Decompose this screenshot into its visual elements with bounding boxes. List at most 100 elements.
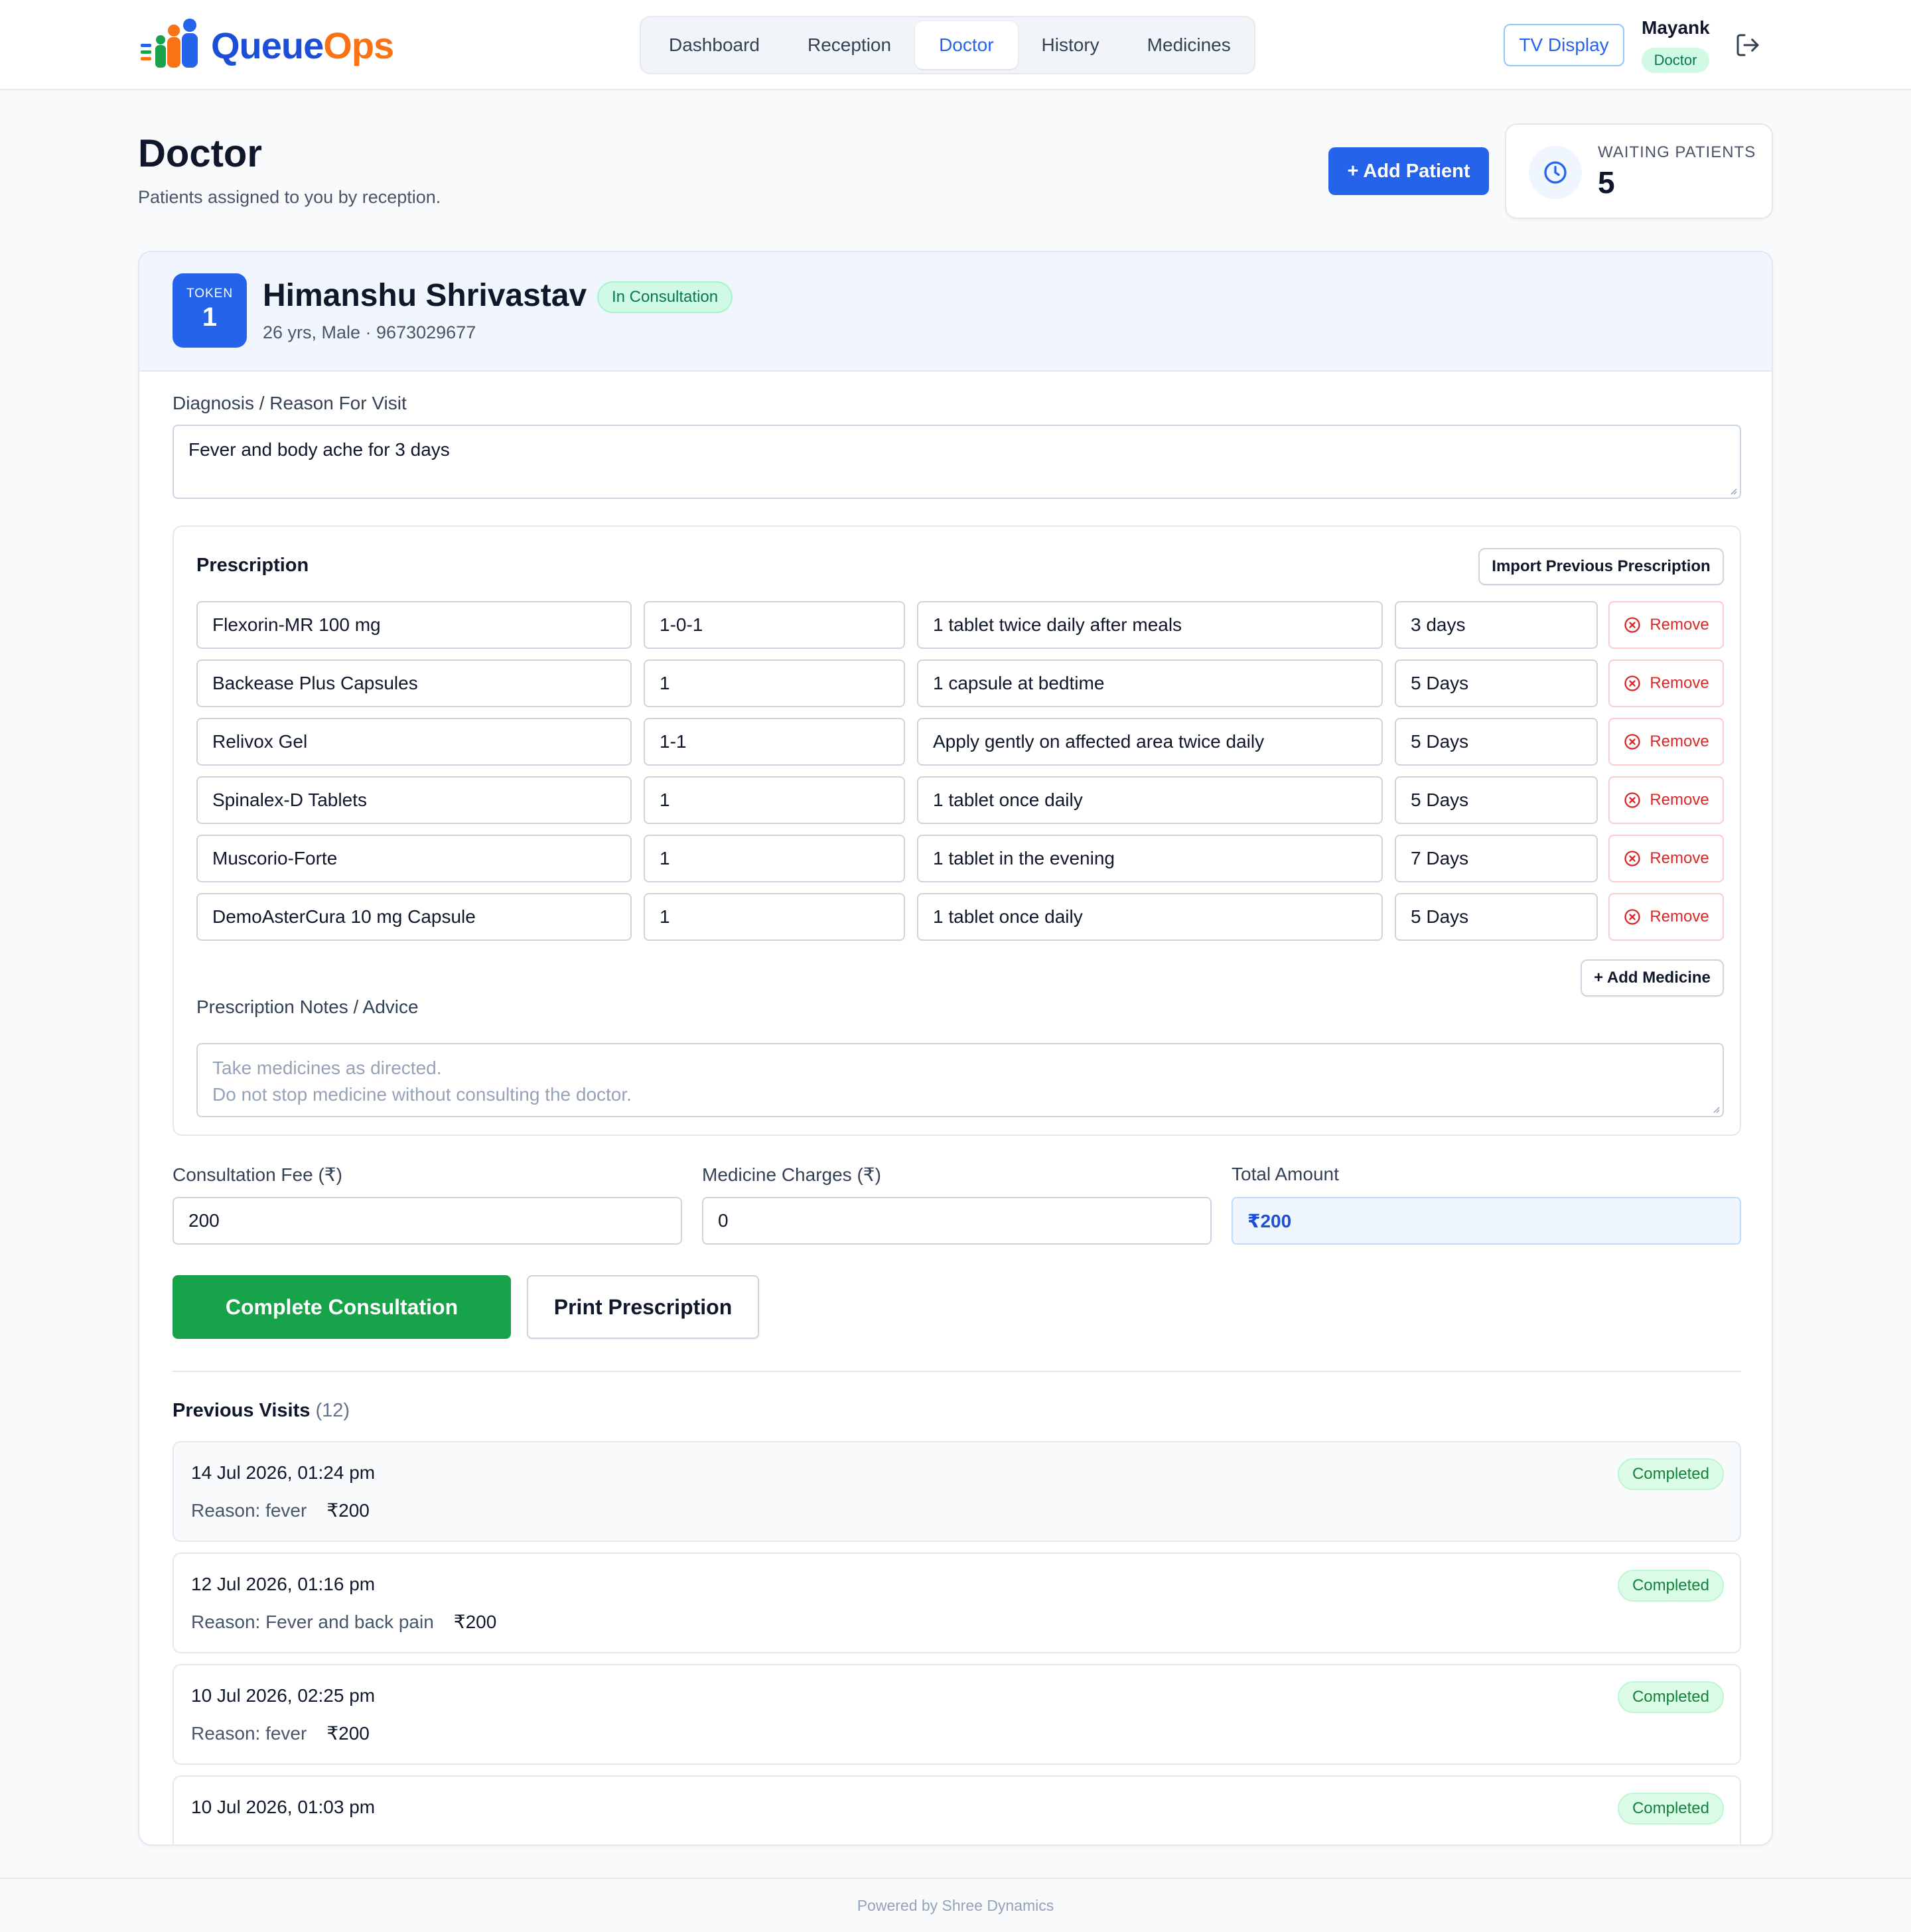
token-number: 1: [202, 303, 218, 332]
medicine-charges-input[interactable]: 0: [702, 1197, 1212, 1245]
visit-date: 10 Jul 2026, 02:25 pm: [191, 1685, 376, 1706]
instructions-input[interactable]: Apply gently on affected area twice dail…: [917, 718, 1383, 766]
instructions-input[interactable]: 1 tablet once daily: [917, 893, 1383, 941]
visit-item[interactable]: 14 Jul 2026, 01:24 pm Reason: fever ₹200 …: [173, 1441, 1741, 1542]
visit-item[interactable]: 10 Jul 2026, 01:03 pm Completed: [173, 1775, 1741, 1844]
top-bar: QueueOps Dashboard Reception Doctor Hist…: [0, 0, 1911, 90]
nav-medicines[interactable]: Medicines: [1123, 21, 1255, 69]
medicine-charges-label: Medicine Charges (₹): [702, 1164, 881, 1185]
remove-label: Remove: [1650, 616, 1709, 634]
prescription-row: Spinalex-D Tablets 1 1 tablet once daily 5 …: [196, 776, 1724, 824]
queue-people-logo-icon: [139, 19, 208, 72]
remove-medicine-button[interactable]: Remove: [1608, 659, 1724, 707]
clock-icon: [1529, 146, 1582, 199]
consultation-fee-input[interactable]: 200: [173, 1197, 682, 1245]
token-badge: TOKEN 1: [173, 273, 247, 348]
notes-field[interactable]: Take medicines as directed. Do not stop …: [196, 1043, 1724, 1117]
visit-reason-text: Reason: fever: [191, 1500, 307, 1521]
remove-medicine-button[interactable]: Remove: [1608, 601, 1724, 649]
resize-handle-icon[interactable]: [1711, 1104, 1720, 1113]
add-medicine-button[interactable]: + Add Medicine: [1581, 959, 1724, 997]
logout-icon[interactable]: [1734, 32, 1761, 58]
total-amount-label: Total Amount: [1232, 1164, 1339, 1184]
remove-medicine-button[interactable]: Remove: [1608, 893, 1724, 941]
dosage-input[interactable]: 1: [644, 893, 905, 941]
medicine-name-input[interactable]: DemoAsterCura 10 mg Capsule: [196, 893, 632, 941]
prescription-row: Relivox Gel 1-1 Apply gently on affected a…: [196, 718, 1724, 766]
dosage-input[interactable]: 1: [644, 835, 905, 882]
consultation-fee-label: Consultation Fee (₹): [173, 1164, 342, 1185]
remove-x-icon: [1624, 851, 1640, 866]
nav-reception[interactable]: Reception: [784, 21, 915, 69]
resize-handle-icon[interactable]: [1728, 486, 1737, 495]
waiting-patients-card: WAITING PATIENTS 5: [1505, 123, 1773, 219]
import-previous-prescription-button[interactable]: Import Previous Prescription: [1478, 548, 1724, 585]
duration-input[interactable]: 5 Days: [1395, 659, 1598, 707]
prescription-row: DemoAsterCura 10 mg Capsule 1 1 tablet onc…: [196, 893, 1724, 941]
medicine-name-input[interactable]: Relivox Gel: [196, 718, 632, 766]
remove-medicine-button[interactable]: Remove: [1608, 776, 1724, 824]
visit-amount: ₹200: [326, 1500, 370, 1521]
dosage-input[interactable]: 1: [644, 659, 905, 707]
patient-meta: 26 yrs, Male · 9673029677: [263, 322, 476, 342]
medicine-name-input[interactable]: Backease Plus Capsules: [196, 659, 632, 707]
user-role-badge: Doctor: [1642, 48, 1709, 73]
visit-item[interactable]: 12 Jul 2026, 01:16 pm Reason: Fever and …: [173, 1552, 1741, 1653]
instructions-input[interactable]: 1 tablet once daily: [917, 776, 1383, 824]
prescription-section: Prescription Import Previous Prescriptio…: [173, 525, 1741, 1136]
prescription-row: Muscorio-Forte 1 1 tablet in the evening 7 …: [196, 835, 1724, 882]
dosage-input[interactable]: 1-1: [644, 718, 905, 766]
consultation-card: TOKEN 1 Himanshu Shrivastav In Consultat…: [138, 251, 1773, 1846]
visit-reason: Reason: fever ₹200: [191, 1722, 370, 1744]
instructions-input[interactable]: 1 tablet in the evening: [917, 835, 1383, 882]
remove-medicine-button[interactable]: Remove: [1608, 835, 1724, 882]
footer: Powered by Shree Dynamics: [0, 1878, 1911, 1932]
main-nav: Dashboard Reception Doctor History Medic…: [640, 16, 1255, 74]
visit-date: 12 Jul 2026, 01:16 pm: [191, 1574, 376, 1594]
brand-queue: Queue: [211, 24, 324, 66]
notes-label: Prescription Notes / Advice: [196, 997, 419, 1017]
remove-x-icon: [1624, 675, 1640, 691]
instructions-input[interactable]: 1 tablet twice daily after meals: [917, 601, 1383, 649]
page-title: Doctor: [138, 132, 262, 175]
complete-consultation-button[interactable]: Complete Consultation: [173, 1275, 511, 1339]
diagnosis-value: Fever and body ache for 3 days: [188, 439, 450, 460]
dosage-input[interactable]: 1-0-1: [644, 601, 905, 649]
visit-reason: Reason: fever ₹200: [191, 1499, 370, 1521]
nav-history[interactable]: History: [1018, 21, 1123, 69]
duration-input[interactable]: 3 days: [1395, 601, 1598, 649]
visit-date: 10 Jul 2026, 01:03 pm: [191, 1797, 376, 1817]
medicine-name-input[interactable]: Flexorin-MR 100 mg: [196, 601, 632, 649]
remove-medicine-button[interactable]: Remove: [1608, 718, 1724, 766]
prescription-row: Flexorin-MR 100 mg 1-0-1 1 tablet twice da…: [196, 601, 1724, 649]
nav-dashboard[interactable]: Dashboard: [645, 21, 784, 69]
duration-input[interactable]: 5 Days: [1395, 718, 1598, 766]
prescription-title: Prescription: [196, 555, 309, 576]
diagnosis-field[interactable]: Fever and body ache for 3 days: [173, 425, 1741, 499]
duration-input[interactable]: 7 Days: [1395, 835, 1598, 882]
page-subtitle: Patients assigned to you by reception.: [138, 187, 441, 207]
remove-label: Remove: [1650, 732, 1709, 750]
waiting-count: 5: [1598, 165, 1615, 200]
dosage-input[interactable]: 1: [644, 776, 905, 824]
medicine-name-input[interactable]: Muscorio-Forte: [196, 835, 632, 882]
visit-amount: ₹200: [326, 1723, 370, 1744]
tv-display-button[interactable]: TV Display: [1504, 24, 1624, 66]
duration-input[interactable]: 5 Days: [1395, 893, 1598, 941]
remove-x-icon: [1624, 734, 1640, 750]
add-patient-button[interactable]: + Add Patient: [1328, 147, 1489, 195]
print-prescription-button[interactable]: Print Prescription: [527, 1275, 759, 1339]
user-name: Mayank: [1642, 17, 1710, 38]
logo[interactable]: QueueOps: [139, 19, 394, 72]
medicine-name-input[interactable]: Spinalex-D Tablets: [196, 776, 632, 824]
waiting-label: WAITING PATIENTS: [1598, 143, 1756, 161]
previous-visits-count: (12): [315, 1400, 350, 1421]
visit-item[interactable]: 10 Jul 2026, 02:25 pm Reason: fever ₹200 …: [173, 1664, 1741, 1765]
visit-reason-text: Reason: fever: [191, 1723, 307, 1744]
token-label: TOKEN: [186, 287, 234, 301]
divider: [173, 1371, 1741, 1372]
duration-input[interactable]: 5 Days: [1395, 776, 1598, 824]
instructions-input[interactable]: 1 capsule at bedtime: [917, 659, 1383, 707]
nav-doctor[interactable]: Doctor: [915, 21, 1018, 69]
remove-x-icon: [1624, 792, 1640, 808]
